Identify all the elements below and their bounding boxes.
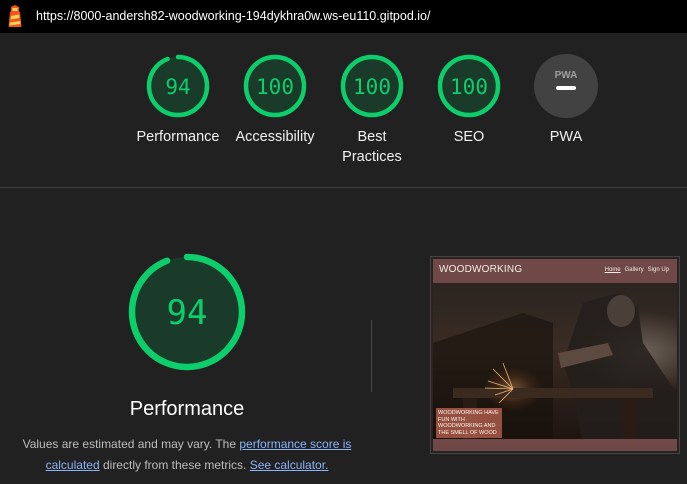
- gauge-seo[interactable]: 100 SEO: [414, 53, 524, 147]
- note-prefix: Values are estimated and may vary. The: [22, 437, 240, 451]
- gauge-pwa[interactable]: PWA PWA: [511, 53, 621, 147]
- seo-score: 100: [450, 75, 488, 99]
- score-summary: 94 Performance 100 Accessibility 100 Bes…: [0, 33, 687, 187]
- seo-label: SEO: [453, 129, 485, 145]
- pwa-badge: PWA: [534, 54, 598, 118]
- site-nav-signup: Sign Up: [647, 267, 669, 273]
- performance-title: Performance: [129, 398, 245, 420]
- screenshot-page: WOODWORKING Home Gallery Sign Up WOODWOR…: [433, 259, 677, 451]
- best-practices-score: 100: [353, 75, 391, 99]
- best-practices-gauge: 100: [340, 54, 404, 118]
- performance-gauge: 94: [146, 54, 210, 118]
- accessibility-label: Accessibility: [235, 129, 315, 145]
- site-nav-gallery: Gallery: [624, 267, 644, 273]
- performance-gauge-large-svg: 94: [128, 253, 246, 371]
- gauge-best-practices[interactable]: 100 Best Practices: [317, 53, 427, 167]
- performance-label: Performance: [136, 129, 220, 145]
- site-nav: Home Gallery Sign Up: [605, 267, 669, 273]
- site-nav-home: Home: [604, 267, 621, 273]
- metrics-note: Values are estimated and may vary. The p…: [12, 434, 362, 476]
- gauge-performance[interactable]: 94 Performance: [123, 53, 233, 147]
- note-middle: directly from these metrics.: [99, 458, 250, 472]
- gauge-accessibility[interactable]: 100 Accessibility: [220, 53, 330, 147]
- seo-gauge: 100: [437, 54, 501, 118]
- site-brand: WOODWORKING: [439, 264, 523, 275]
- final-screenshot[interactable]: WOODWORKING Home Gallery Sign Up WOODWOR…: [430, 256, 680, 454]
- site-hero-caption: WOODWORKING HAVE FUN WITH WOODWORKING AN…: [436, 408, 502, 438]
- url-bar: https://8000-andersh82-woodworking-194dy…: [0, 0, 687, 33]
- pwa-badge-text: PWA: [555, 70, 578, 81]
- pwa-label: PWA: [549, 129, 583, 145]
- accessibility-score: 100: [256, 75, 294, 99]
- accessibility-gauge: 100: [243, 54, 307, 118]
- vertical-divider: [371, 320, 372, 392]
- lighthouse-icon: [8, 5, 22, 27]
- performance-score: 94: [165, 75, 190, 99]
- performance-gauge-large: 94: [127, 252, 247, 372]
- see-calculator-link[interactable]: See calculator.: [250, 458, 329, 472]
- section-divider: [0, 187, 687, 188]
- performance-score-large: 94: [167, 293, 208, 333]
- pwa-dash-icon: [556, 86, 576, 90]
- site-header: WOODWORKING Home Gallery Sign Up: [433, 259, 677, 283]
- best-practices-label: Best Practices: [342, 129, 402, 165]
- page-url[interactable]: https://8000-andersh82-woodworking-194dy…: [36, 9, 430, 23]
